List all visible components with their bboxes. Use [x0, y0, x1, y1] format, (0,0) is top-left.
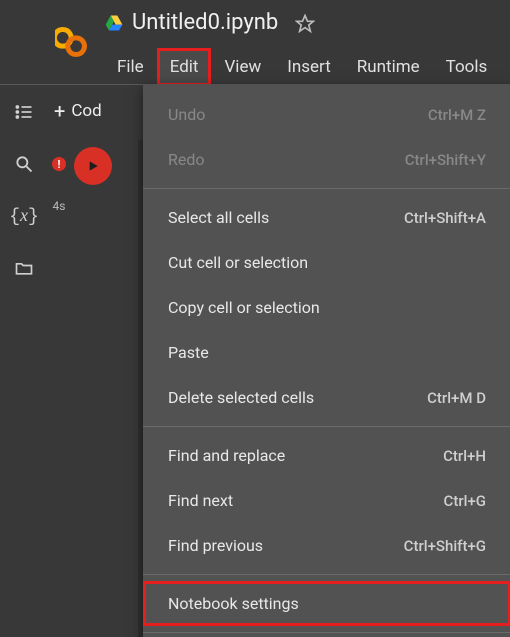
menu-view[interactable]: View: [211, 48, 274, 86]
colab-logo-icon: [55, 22, 95, 62]
error-indicator-icon[interactable]: !: [52, 157, 66, 171]
header: Untitled0.ipynb File Edit View Insert Ru…: [48, 0, 510, 84]
menu-file[interactable]: File: [104, 48, 157, 86]
menu-cut[interactable]: Cut cell or selection: [143, 240, 510, 285]
menu-select-all-shortcut: Ctrl+Shift+A: [404, 209, 486, 227]
edit-menu-dropdown: Undo Ctrl+M Z Redo Ctrl+Shift+Y Select a…: [143, 84, 510, 637]
run-cell-button[interactable]: [74, 147, 112, 185]
menu-find-replace-shortcut: Ctrl+H: [443, 447, 486, 465]
menu-tools[interactable]: Tools: [433, 48, 501, 86]
menu-select-all-label: Select all cells: [168, 208, 269, 227]
menu-undo-label: Undo: [168, 105, 205, 124]
exec-duration: 4s: [53, 199, 66, 213]
drive-icon: [104, 13, 124, 33]
left-sidebar: {x}: [0, 0, 48, 637]
menu-find-prev-label: Find previous: [168, 536, 263, 555]
add-code-button[interactable]: + Cod: [48, 95, 108, 127]
search-icon[interactable]: [12, 152, 36, 176]
menu-notebook-settings-label: Notebook settings: [168, 594, 299, 613]
menu-redo-shortcut: Ctrl+Shift+Y: [405, 151, 486, 169]
menu-notebook-settings[interactable]: Notebook settings: [143, 581, 510, 626]
menu-paste[interactable]: Paste: [143, 330, 510, 375]
menu-find-next[interactable]: Find next Ctrl+G: [143, 478, 510, 523]
variables-icon[interactable]: {x}: [12, 204, 36, 228]
notebook-title[interactable]: Untitled0.ipynb: [132, 10, 278, 35]
menu-insert[interactable]: Insert: [274, 48, 344, 86]
menu-help[interactable]: He: [500, 48, 510, 86]
menu-find-next-shortcut: Ctrl+G: [444, 492, 486, 510]
menu-runtime[interactable]: Runtime: [344, 48, 433, 86]
add-code-label: Cod: [71, 101, 101, 121]
toc-icon[interactable]: [12, 100, 36, 124]
star-icon[interactable]: [294, 12, 316, 34]
menu-divider: [143, 426, 510, 427]
menu-undo[interactable]: Undo Ctrl+M Z: [143, 92, 510, 137]
menu-delete[interactable]: Delete selected cells Ctrl+M D: [143, 375, 510, 420]
plus-icon: +: [54, 99, 65, 123]
toolbar: + Cod: [48, 95, 108, 127]
cell-gutter: ! 4s: [48, 145, 138, 213]
menu-find-prev[interactable]: Find previous Ctrl+Shift+G: [143, 523, 510, 568]
menu-redo-label: Redo: [168, 150, 205, 169]
menu-delete-shortcut: Ctrl+M D: [427, 389, 486, 407]
menu-find-replace-label: Find and replace: [168, 446, 285, 465]
menu-copy[interactable]: Copy cell or selection: [143, 285, 510, 330]
menu-paste-label: Paste: [168, 343, 209, 362]
menu-redo[interactable]: Redo Ctrl+Shift+Y: [143, 137, 510, 182]
menu-find-prev-shortcut: Ctrl+Shift+G: [404, 537, 486, 555]
menu-divider: [143, 188, 510, 189]
menu-cut-label: Cut cell or selection: [168, 253, 308, 272]
menu-delete-label: Delete selected cells: [168, 388, 314, 407]
menu-divider: [143, 574, 510, 575]
menu-find-replace[interactable]: Find and replace Ctrl+H: [143, 433, 510, 478]
menu-divider: [143, 632, 510, 633]
menubar: File Edit View Insert Runtime Tools He: [104, 48, 510, 86]
menu-copy-label: Copy cell or selection: [168, 298, 320, 317]
menu-find-next-label: Find next: [168, 491, 233, 510]
menu-select-all[interactable]: Select all cells Ctrl+Shift+A: [143, 195, 510, 240]
menu-edit[interactable]: Edit: [157, 48, 212, 86]
menu-undo-shortcut: Ctrl+M Z: [428, 106, 486, 124]
folder-icon[interactable]: [12, 256, 36, 280]
